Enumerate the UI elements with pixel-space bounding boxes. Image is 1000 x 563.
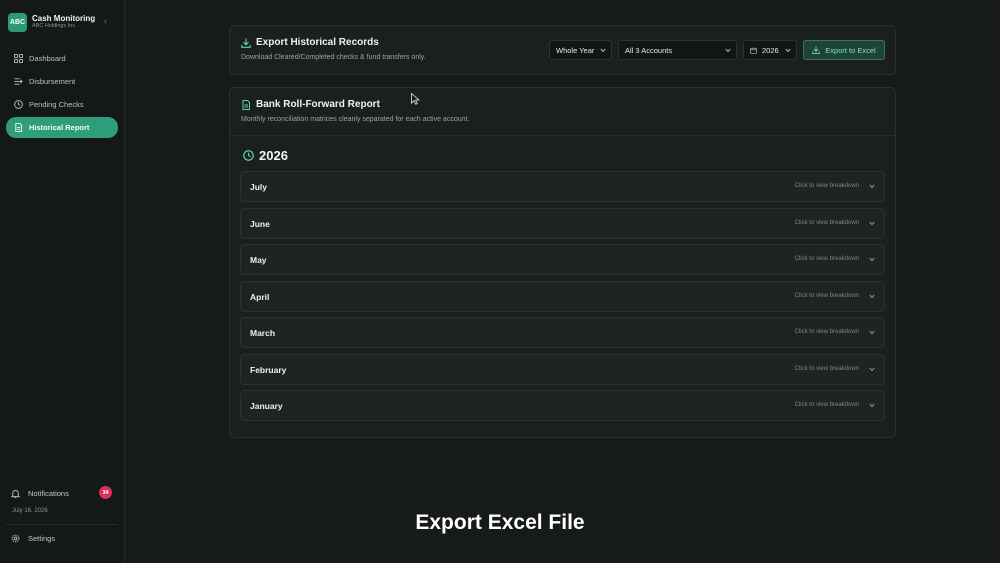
- mouse-cursor-icon: [411, 93, 420, 105]
- month-row-april[interactable]: April Click to view breakdown: [240, 281, 885, 312]
- sidebar-item-dashboard[interactable]: Dashboard: [6, 48, 118, 69]
- document-icon: [12, 123, 24, 132]
- month-name: March: [250, 328, 276, 338]
- download-icon: [812, 46, 821, 54]
- month-hint: Click to view breakdown: [794, 293, 859, 299]
- settings-item[interactable]: Settings: [11, 534, 55, 543]
- chevron-down-icon: [725, 48, 731, 53]
- chevron-down-icon: [869, 184, 875, 189]
- sidebar-nav: Dashboard Disbursement Pending Checks Hi…: [6, 48, 118, 140]
- brand-subtitle: ABC Holdings Inc.: [32, 23, 77, 30]
- grid-icon: [12, 54, 24, 63]
- period-select[interactable]: Whole Year: [549, 40, 612, 60]
- report-header: Bank Roll-Forward Report Monthly reconci…: [230, 88, 895, 136]
- report-title: Bank Roll-Forward Report: [241, 99, 380, 110]
- month-name: June: [250, 219, 270, 229]
- month-hint: Click to view breakdown: [794, 256, 859, 262]
- chevron-down-icon: [600, 48, 606, 53]
- chevron-down-icon: [869, 294, 875, 299]
- month-hint: Click to view breakdown: [794, 366, 859, 372]
- sidebar-item-disbursement[interactable]: Disbursement: [6, 71, 118, 92]
- clock-icon: [12, 100, 24, 109]
- chevron-down-icon: [869, 330, 875, 335]
- month-name: January: [250, 401, 283, 411]
- chevron-down-icon: [785, 48, 791, 53]
- gear-icon: [11, 534, 20, 543]
- month-name: July: [250, 182, 268, 192]
- month-row-june[interactable]: June Click to view breakdown: [240, 208, 885, 239]
- document-icon: [242, 99, 250, 110]
- accounts-select[interactable]: All 3 Accounts: [618, 40, 737, 60]
- brand[interactable]: ABC Cash Monitoring ABC Holdings Inc.: [8, 11, 118, 33]
- month-row-january[interactable]: January Click to view breakdown: [240, 390, 885, 421]
- sidebar-item-label: Dashboard: [29, 54, 66, 63]
- export-title: Export Historical Records: [241, 37, 379, 48]
- month-row-march[interactable]: March Click to view breakdown: [240, 317, 885, 348]
- settings-label: Settings: [28, 534, 56, 543]
- export-historical-card: Export Historical Records Download Clear…: [229, 25, 896, 75]
- sidebar-item-label: Disbursement: [29, 77, 76, 86]
- video-caption: Export Excel File: [415, 511, 585, 534]
- month-row-february[interactable]: February Click to view breakdown: [240, 354, 885, 385]
- month-name: April: [250, 292, 270, 302]
- notifications-item[interactable]: Notifications 34: [11, 486, 115, 500]
- sidebar: ABC Cash Monitoring ABC Holdings Inc. ‹ …: [0, 0, 125, 563]
- month-row-july[interactable]: July Click to view breakdown: [240, 171, 885, 202]
- month-hint: Click to view breakdown: [794, 183, 859, 189]
- notifications-label: Notifications: [28, 488, 69, 498]
- bell-icon: [11, 489, 20, 498]
- month-hint: Click to view breakdown: [794, 402, 859, 408]
- sidebar-item-historical-report[interactable]: Historical Report: [6, 117, 118, 138]
- sidebar-item-pending-checks[interactable]: Pending Checks: [6, 94, 118, 115]
- chevron-left-icon[interactable]: ‹: [104, 16, 107, 26]
- download-icon: [241, 38, 251, 48]
- list-arrow-icon: [12, 77, 24, 86]
- month-hint: Click to view breakdown: [794, 329, 859, 335]
- chevron-down-icon: [869, 367, 875, 372]
- roll-forward-report-card: Bank Roll-Forward Report Monthly reconci…: [229, 87, 896, 438]
- chevron-down-icon: [869, 403, 875, 408]
- calendar-icon: [750, 47, 757, 54]
- brand-logo: ABC: [8, 12, 27, 32]
- report-subtitle: Monthly reconciliation matrices cleanly …: [241, 116, 470, 123]
- month-name: February: [250, 365, 287, 375]
- export-to-excel-button[interactable]: Export to Excel: [803, 40, 885, 60]
- chevron-down-icon: [869, 221, 875, 226]
- brand-title: Cash Monitoring: [32, 13, 96, 23]
- year-heading: 2026: [243, 148, 288, 163]
- notification-count-badge: 34: [99, 486, 112, 499]
- month-name: May: [250, 255, 267, 265]
- export-subtitle: Download Cleared/Completed checks & fund…: [241, 54, 426, 61]
- month-row-may[interactable]: May Click to view breakdown: [240, 244, 885, 275]
- sidebar-item-label: Pending Checks: [29, 100, 84, 109]
- month-hint: Click to view breakdown: [794, 220, 859, 226]
- clock-icon: [243, 150, 254, 161]
- year-select[interactable]: 2026: [743, 40, 797, 60]
- sidebar-item-label: Historical Report: [29, 123, 90, 132]
- chevron-down-icon: [869, 257, 875, 262]
